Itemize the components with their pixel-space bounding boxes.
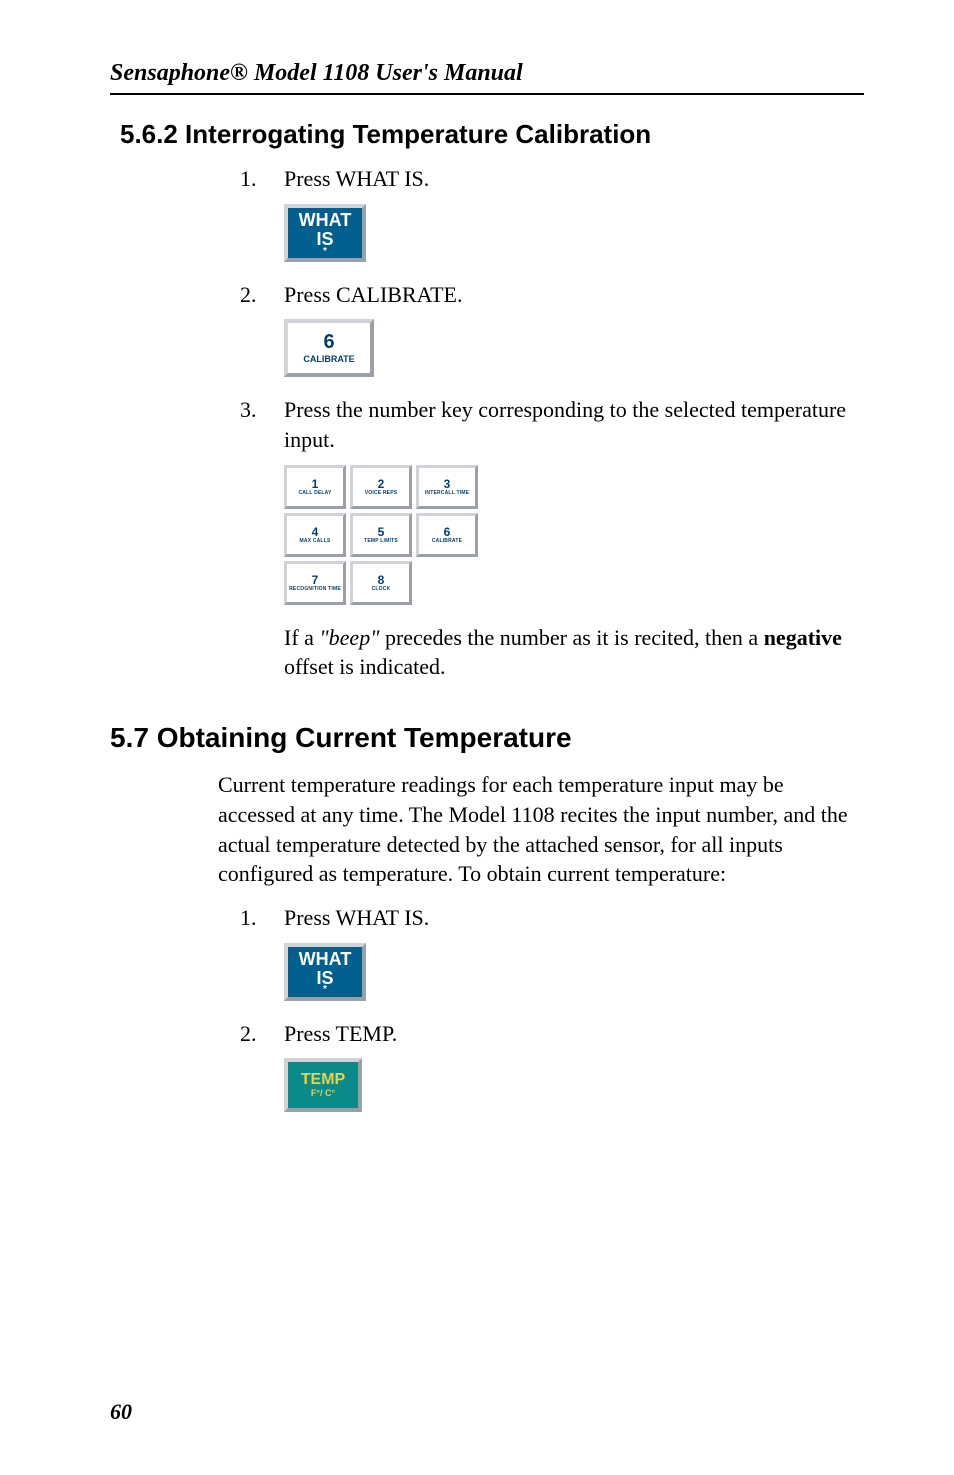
button-graphic-whatis: WHAT IS * bbox=[284, 204, 864, 262]
button-graphic-whatis-2: WHAT IS * bbox=[284, 943, 864, 1001]
step-text: Press CALIBRATE. bbox=[284, 280, 864, 310]
key-number: 5 bbox=[378, 525, 385, 539]
note-beep: "beep" bbox=[319, 625, 379, 650]
calibrate-button: 6 CALIBRATE bbox=[284, 319, 374, 377]
button-graphic-temp: TEMP F°/ C° bbox=[284, 1058, 864, 1112]
step-text: Press WHAT IS. bbox=[284, 903, 864, 933]
step-number: 3. bbox=[240, 395, 284, 454]
step-text: Press TEMP. bbox=[284, 1019, 864, 1049]
section-paragraph: Current temperature readings for each te… bbox=[218, 770, 864, 889]
key-label: CLOCK bbox=[372, 587, 391, 592]
key-number: 8 bbox=[378, 573, 385, 587]
key-label: VOICE REPS bbox=[365, 491, 398, 496]
page-number: 60 bbox=[110, 1399, 132, 1425]
keypad-key-1: 1CALL DELAY bbox=[284, 465, 346, 509]
keypad-key-3: 3INTERCALL TIME bbox=[416, 465, 478, 509]
heading-5-6-2: 5.6.2 Interrogating Temperature Calibrat… bbox=[120, 119, 864, 150]
step-text: Press WHAT IS. bbox=[284, 164, 864, 194]
step-number: 2. bbox=[240, 1019, 284, 1049]
keypad-key-8: 8CLOCK bbox=[350, 561, 412, 605]
key-number: 1 bbox=[312, 477, 319, 491]
step-number: 1. bbox=[240, 903, 284, 933]
step-2: 2. Press CALIBRATE. bbox=[240, 280, 864, 310]
step-number: 2. bbox=[240, 280, 284, 310]
header-rule bbox=[110, 93, 864, 95]
key-label: CALIBRATE bbox=[432, 539, 462, 544]
step-3: 3. Press the number key corresponding to… bbox=[240, 395, 864, 454]
key-label: MAX CALLS bbox=[300, 539, 331, 544]
note-text-mid: precedes the number as it is recited, th… bbox=[379, 625, 763, 650]
what-is-button: WHAT IS * bbox=[284, 204, 366, 262]
note-bold: negative bbox=[764, 625, 842, 650]
button-label-sub: CALIBRATE bbox=[303, 355, 354, 364]
keypad: 1CALL DELAY 2VOICE REPS 3INTERCALL TIME … bbox=[284, 465, 864, 605]
keypad-key-6: 6CALIBRATE bbox=[416, 513, 478, 557]
key-number: 4 bbox=[312, 525, 319, 539]
keypad-key-2: 2VOICE REPS bbox=[350, 465, 412, 509]
key-number: 2 bbox=[378, 477, 385, 491]
note-text-pre: If a bbox=[284, 625, 319, 650]
key-label: CALL DELAY bbox=[298, 491, 331, 496]
keypad-key-4: 4MAX CALLS bbox=[284, 513, 346, 557]
heading-5-7: 5.7 Obtaining Current Temperature bbox=[110, 722, 864, 754]
key-label: TEMP LIMITS bbox=[364, 539, 398, 544]
step-1: 1. Press WHAT IS. bbox=[240, 903, 864, 933]
keypad-graphic: 1CALL DELAY 2VOICE REPS 3INTERCALL TIME … bbox=[284, 465, 864, 605]
key-label: INTERCALL TIME bbox=[425, 491, 469, 496]
button-label-big: 6 bbox=[323, 332, 334, 353]
step-text: Press the number key corresponding to th… bbox=[284, 395, 864, 454]
temp-button: TEMP F°/ C° bbox=[284, 1058, 362, 1112]
step-number: 1. bbox=[240, 164, 284, 194]
button-label-sub: F°/ C° bbox=[311, 1089, 335, 1098]
button-graphic-calibrate: 6 CALIBRATE bbox=[284, 319, 864, 377]
what-is-button: WHAT IS * bbox=[284, 943, 366, 1001]
button-label-line1: WHAT bbox=[299, 211, 352, 230]
note-text-post: offset is indicated. bbox=[284, 654, 446, 679]
note-paragraph: If a "beep" precedes the number as it is… bbox=[284, 623, 864, 682]
key-number: 6 bbox=[444, 525, 451, 539]
keypad-key-5: 5TEMP LIMITS bbox=[350, 513, 412, 557]
key-number: 3 bbox=[444, 477, 451, 491]
key-number: 7 bbox=[312, 573, 319, 587]
keypad-key-7: 7RECOGNITION TIME bbox=[284, 561, 346, 605]
key-label: RECOGNITION TIME bbox=[289, 587, 341, 592]
button-label-big: TEMP bbox=[301, 1072, 345, 1089]
star-icon: * bbox=[323, 987, 327, 993]
step-2: 2. Press TEMP. bbox=[240, 1019, 864, 1049]
button-label-line1: WHAT bbox=[299, 950, 352, 969]
step-1: 1. Press WHAT IS. bbox=[240, 164, 864, 194]
running-title: Sensaphone® Model 1108 User's Manual bbox=[110, 60, 864, 87]
star-icon: * bbox=[323, 249, 327, 255]
